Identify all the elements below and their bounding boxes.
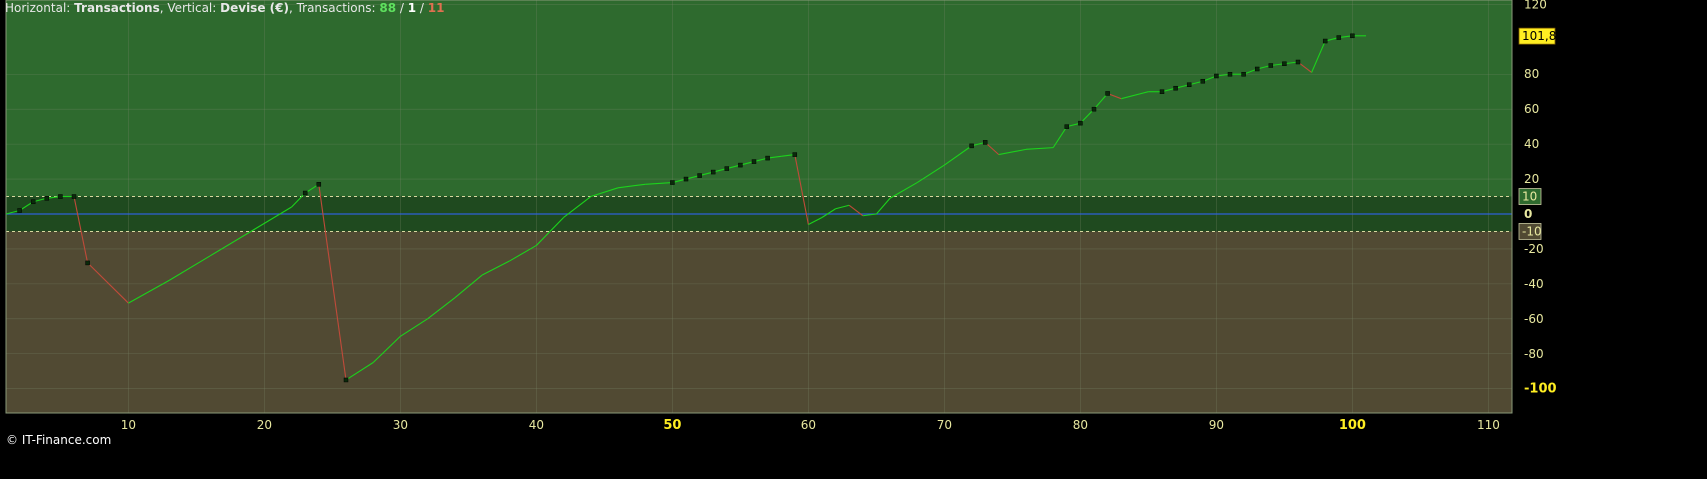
- trade-marker: [1350, 33, 1355, 39]
- y-tick-label: -20: [1524, 242, 1544, 256]
- y-tick-label: 80: [1524, 67, 1539, 81]
- y-tick-label: 120: [1524, 0, 1547, 11]
- x-tick-label: 60: [801, 418, 816, 432]
- y-tick-label: 0: [1524, 207, 1532, 221]
- trade-marker: [1295, 59, 1301, 65]
- x-tick-label: 40: [529, 418, 544, 432]
- vertical-label: , Vertical:: [159, 1, 217, 15]
- x-tick-label: 100: [1339, 418, 1366, 433]
- chart-header: Horizontal: Transactions, Vertical: Devi…: [5, 1, 444, 15]
- trade-marker: [710, 169, 716, 175]
- horizontal-value: Transactions: [74, 1, 160, 15]
- trade-marker: [1241, 71, 1246, 77]
- count-separator: /: [416, 1, 428, 15]
- trade-marker: [765, 155, 770, 161]
- trade-marker: [1186, 82, 1192, 87]
- trade-marker: [738, 162, 743, 168]
- horizontal-label: Horizontal:: [5, 1, 71, 15]
- trade-marker: [792, 152, 798, 157]
- x-tick-label: 90: [1209, 418, 1224, 432]
- trade-marker: [1282, 61, 1287, 67]
- y-tick-label: -60: [1524, 312, 1544, 326]
- band-label: 10: [1522, 190, 1537, 204]
- transactions-label: , Transactions:: [288, 1, 376, 15]
- x-tick-label: 70: [937, 418, 952, 432]
- trade-marker: [85, 260, 90, 266]
- winning-count: 88: [379, 1, 397, 15]
- trade-marker: [1091, 106, 1097, 112]
- y-tick-label: 40: [1524, 137, 1539, 151]
- losing-count: 11: [427, 1, 445, 15]
- trade-marker: [751, 159, 757, 164]
- trade-marker: [969, 143, 974, 149]
- trade-marker: [1064, 124, 1070, 129]
- trade-marker: [670, 180, 675, 185]
- trade-marker: [1336, 35, 1342, 40]
- trade-marker: [316, 182, 322, 187]
- trade-marker: [1105, 91, 1110, 96]
- trade-marker: [1322, 38, 1328, 44]
- trade-marker: [1227, 71, 1233, 77]
- trade-marker: [724, 166, 730, 171]
- trade-marker: [343, 377, 349, 383]
- last-value-label: 101,8: [1522, 29, 1556, 43]
- trade-marker: [982, 140, 988, 145]
- trade-marker: [683, 176, 689, 182]
- trade-marker: [1173, 85, 1178, 91]
- trade-marker: [1159, 89, 1165, 94]
- trade-marker: [1268, 63, 1274, 68]
- vertical-value: Devise (€): [220, 1, 289, 15]
- neutral-count: 1: [407, 1, 417, 15]
- trade-marker: [1254, 66, 1260, 72]
- x-tick-label: 20: [257, 418, 272, 432]
- upper-zone: [6, 0, 1512, 197]
- trade-marker: [71, 194, 77, 199]
- trade-marker: [1200, 78, 1206, 84]
- x-tick-label: 110: [1477, 418, 1500, 432]
- trade-marker: [17, 208, 22, 213]
- y-tick-label: 60: [1524, 102, 1539, 116]
- y-tick-label: 20: [1524, 172, 1539, 186]
- count-separator: /: [396, 1, 408, 15]
- trade-marker: [44, 196, 50, 201]
- copyright-text: © IT-Finance.com: [6, 433, 112, 447]
- trade-marker: [1214, 73, 1219, 79]
- lower-zone: [6, 231, 1512, 413]
- x-tick-label: 50: [663, 418, 681, 433]
- trade-marker: [302, 190, 308, 196]
- y-tick-label: -80: [1524, 347, 1544, 361]
- x-tick-label: 30: [393, 418, 408, 432]
- y-tick-label: -40: [1524, 277, 1544, 291]
- trade-marker: [58, 194, 63, 199]
- x-axis: 10 20 30 40 50 60 70 80 90 100 110: [121, 418, 1500, 433]
- trade-marker: [1078, 120, 1083, 126]
- y-axis: 120 80 60 40 20 0 -20 -40 -60 -80 -100 10 -10 101,8: [1518, 0, 1557, 397]
- trade-marker: [697, 173, 702, 178]
- x-tick-label: 80: [1073, 418, 1088, 432]
- band-label: -10: [1522, 224, 1542, 238]
- trade-marker: [30, 199, 36, 205]
- y-tick-label: -100: [1524, 382, 1557, 397]
- equity-chart: 10 20 30 40 50 60 70 80 90 100 110 120806040200-20…: [5, 0, 1557, 433]
- x-tick-label: 10: [121, 418, 136, 432]
